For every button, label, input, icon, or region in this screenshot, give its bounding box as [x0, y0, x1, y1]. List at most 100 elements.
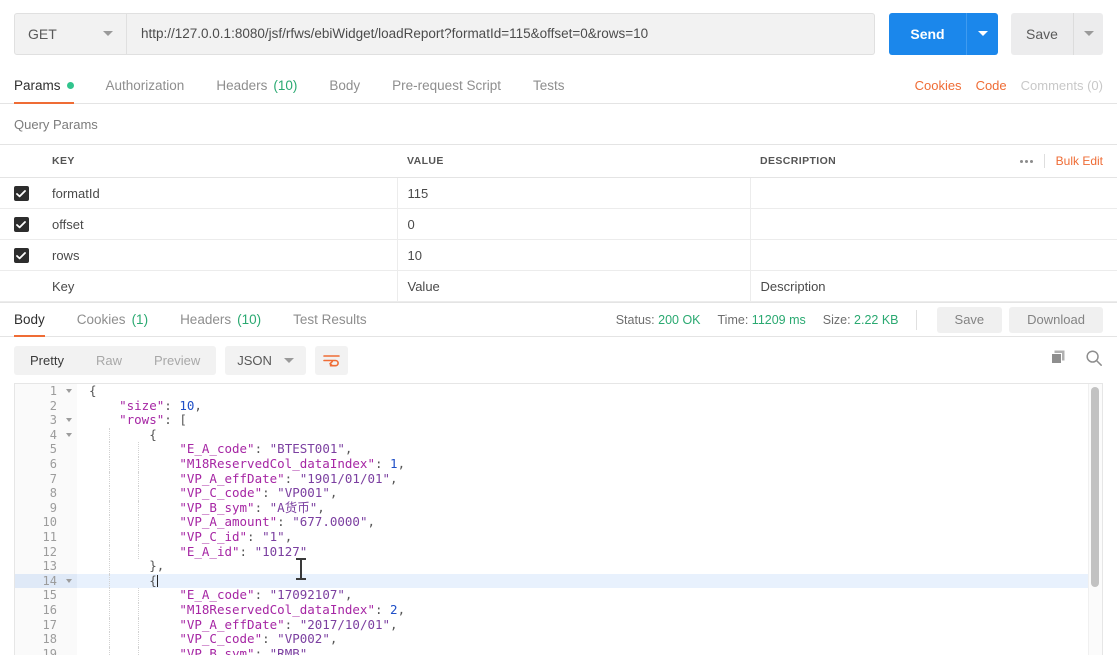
gutter-separator	[77, 632, 85, 647]
send-button[interactable]: Send	[889, 12, 966, 55]
new-key-input[interactable]: Key	[42, 270, 398, 302]
code-line: 17 "VP_A_effDate": "2017/10/01",	[15, 617, 1102, 633]
table-row: rows 10	[0, 239, 1117, 271]
code-text: "VP_C_id": "1",	[85, 529, 1102, 545]
gutter-separator	[77, 384, 85, 399]
gutter-separator	[77, 442, 85, 457]
params-more-options-icon[interactable]	[1019, 154, 1045, 168]
tab-response-headers-count: (10)	[237, 312, 262, 327]
code-line: 15 "E_A_code": "17092107",	[15, 588, 1102, 603]
download-response-button[interactable]: Download	[1009, 306, 1103, 333]
tab-params[interactable]: Params	[14, 67, 90, 104]
fold-toggle-icon[interactable]	[61, 384, 77, 399]
fold-spacer	[61, 500, 77, 516]
tab-pre-request-script[interactable]: Pre-request Script	[376, 67, 517, 103]
tab-authorization-label: Authorization	[105, 77, 185, 93]
request-tabs-actions: Cookies Code Comments (0)	[915, 67, 1103, 103]
code-scrollbar-thumb[interactable]	[1091, 387, 1099, 587]
row-value[interactable]: 0	[397, 208, 751, 240]
code-text: "VP_A_effDate": "2017/10/01",	[85, 617, 1102, 633]
status-value: 200 OK	[658, 312, 701, 327]
row-checkbox[interactable]	[13, 217, 29, 233]
fold-spacer	[61, 398, 77, 414]
row-description[interactable]	[750, 177, 1117, 209]
view-pretty[interactable]: Pretty	[14, 346, 80, 375]
fold-spacer	[61, 515, 77, 530]
row-description[interactable]	[750, 239, 1117, 271]
tab-pre-request-script-label: Pre-request Script	[392, 77, 501, 93]
row-key[interactable]: rows	[42, 239, 398, 271]
line-number: 16	[15, 602, 61, 618]
gutter-separator	[77, 413, 85, 428]
row-key[interactable]: offset	[42, 208, 398, 240]
code-text: "E_A_id": "10127"	[85, 544, 1102, 560]
tab-response-headers-label: Headers	[180, 312, 232, 327]
url-input[interactable]: http://127.0.0.1:8080/jsf/rfws/ebiWidget…	[127, 12, 875, 55]
fold-toggle-icon[interactable]	[61, 427, 77, 443]
http-method-select[interactable]: GET	[14, 12, 127, 55]
new-value-input[interactable]: Value	[397, 270, 751, 302]
save-group: Save	[1011, 12, 1103, 55]
line-number: 4	[15, 427, 61, 443]
gutter-separator	[77, 544, 85, 560]
word-wrap-button[interactable]	[314, 345, 348, 375]
tab-tests[interactable]: Tests	[517, 67, 581, 103]
response-body-code[interactable]: 1{2 "size": 10, 3 "rows": [4 {5 "E_A_code…	[14, 383, 1103, 655]
fold-toggle-icon[interactable]	[61, 573, 77, 589]
code-text: "rows": [	[119, 412, 187, 428]
row-key[interactable]: formatId	[42, 177, 398, 209]
fold-spacer	[61, 471, 77, 487]
text-caret	[156, 574, 158, 587]
line-number: 18	[15, 632, 61, 647]
fold-spacer	[61, 588, 77, 603]
header-value: VALUE	[397, 144, 750, 178]
line-number: 14	[15, 573, 61, 589]
chevron-down-icon	[977, 31, 988, 36]
view-preview[interactable]: Preview	[138, 346, 216, 375]
tab-response-headers[interactable]: Headers (10)	[164, 303, 277, 336]
row-checkbox[interactable]	[13, 186, 29, 202]
search-button[interactable]	[1085, 349, 1103, 372]
save-options-button[interactable]	[1073, 12, 1103, 55]
fold-toggle-icon[interactable]	[61, 413, 77, 428]
gutter-separator	[77, 646, 85, 655]
row-description[interactable]	[750, 208, 1117, 240]
code-link[interactable]: Code	[976, 78, 1007, 93]
save-request-button[interactable]: Save	[1011, 12, 1073, 55]
tab-response-cookies[interactable]: Cookies (1)	[61, 303, 164, 336]
text-cursor-icon	[296, 558, 306, 580]
code-lines: 1{2 "size": 10, 3 "rows": [4 {5 "E_A_code…	[15, 384, 1102, 655]
comments-link[interactable]: Comments (0)	[1021, 78, 1103, 93]
tab-test-results[interactable]: Test Results	[277, 303, 383, 336]
view-raw[interactable]: Raw	[80, 346, 138, 375]
code-line: 10 "VP_A_amount": "677.0000",	[15, 515, 1102, 530]
save-response-button[interactable]: Save	[936, 306, 1003, 333]
fold-spacer	[61, 486, 77, 501]
code-text: "E_A_code": "17092107",	[85, 588, 1102, 603]
line-number: 11	[15, 529, 61, 545]
row-value[interactable]: 10	[397, 239, 751, 271]
row-checkbox[interactable]	[13, 248, 29, 264]
header-description-label: DESCRIPTION	[760, 155, 837, 167]
code-text: "VP_A_effDate": "1901/01/01",	[85, 471, 1102, 487]
code-text: "VP_C_code": "VP001",	[85, 485, 1102, 501]
row-value[interactable]: 115	[397, 177, 751, 209]
fold-spacer	[61, 442, 77, 457]
format-select[interactable]: JSON	[225, 345, 306, 375]
fold-spacer	[61, 602, 77, 618]
line-number: 6	[15, 456, 61, 472]
new-description-input[interactable]: Description	[750, 270, 1117, 302]
size-value: 2.22 KB	[854, 312, 899, 327]
tab-headers[interactable]: Headers (10)	[200, 67, 313, 103]
table-header-row: KEY VALUE DESCRIPTION Bulk Edit	[0, 144, 1117, 178]
tab-body[interactable]: Body	[313, 67, 376, 103]
send-options-button[interactable]	[966, 12, 998, 55]
bulk-edit-button[interactable]: Bulk Edit	[1056, 154, 1103, 168]
fold-spacer	[61, 617, 77, 633]
tab-authorization[interactable]: Authorization	[90, 67, 201, 103]
copy-button[interactable]	[1050, 349, 1067, 371]
code-scrollbar-track[interactable]	[1088, 384, 1102, 655]
cookies-link[interactable]: Cookies	[915, 78, 962, 93]
tab-response-body[interactable]: Body	[14, 303, 61, 337]
code-text: "M18ReservedCol_dataIndex": 2,	[85, 602, 1102, 618]
